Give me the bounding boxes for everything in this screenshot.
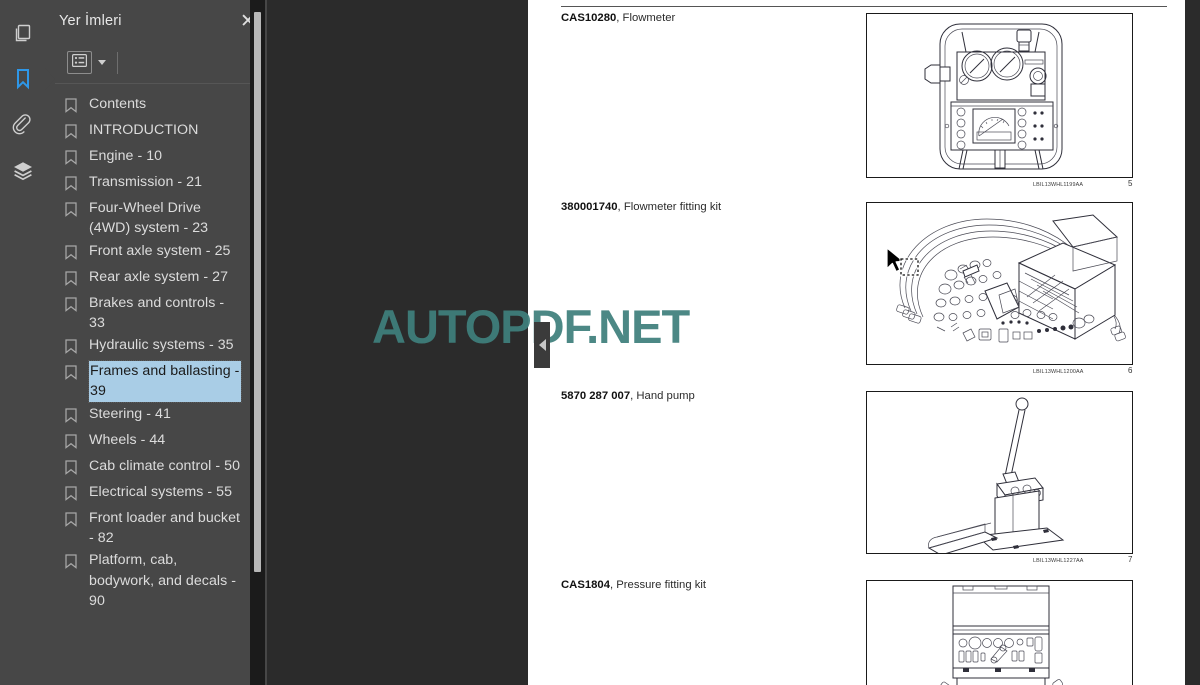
bookmark-item[interactable]: INTRODUCTION — [45, 119, 267, 145]
layers-icon-button[interactable] — [0, 148, 45, 194]
figure-number: 6 — [1128, 366, 1133, 375]
bookmark-icon — [65, 361, 81, 385]
layers-icon — [11, 159, 35, 183]
bookmarks-toolbar — [55, 42, 261, 84]
section-code: CAS10280 — [561, 12, 617, 24]
collapse-sidebar-handle[interactable] — [534, 322, 550, 368]
bookmark-item-label: Wheels - 44 — [89, 431, 166, 448]
attachments-icon — [11, 113, 35, 137]
figure-caption: LBIL13WHL1227AA — [1033, 558, 1084, 564]
chevron-left-icon — [538, 339, 546, 351]
bookmark-icon — [65, 293, 81, 317]
page-thumbnails-icon — [12, 22, 34, 44]
figure-image — [866, 202, 1133, 365]
figure-caption: LBIL13WHL1199AA — [1033, 182, 1084, 188]
bookmark-item-label: Four-Wheel Drive (4WD) system - 23 — [89, 200, 209, 237]
pdf-viewer-window: Yer İmleri ✕ Contents INTRODUCTION Engine — [0, 0, 1200, 685]
bookmark-item-label: INTRODUCTION — [89, 122, 199, 138]
bookmarks-icon-button[interactable] — [0, 56, 55, 102]
bookmark-item[interactable]: Front axle system - 25 — [45, 240, 267, 266]
bookmarks-panel-title: Yer İmleri — [59, 13, 122, 29]
figure-image — [866, 580, 1133, 685]
bookmark-icon — [65, 430, 81, 454]
page-thumbnails-icon-button[interactable] — [0, 10, 45, 56]
bookmark-item[interactable]: Engine - 10 — [45, 145, 267, 171]
figure-image — [866, 13, 1133, 178]
bookmark-item-label: Platform, cab, bodywork, and decals - 90 — [89, 552, 236, 609]
section-title: , Pressure fitting kit — [609, 579, 707, 591]
bookmarks-panel: Yer İmleri ✕ Contents INTRODUCTION Engine — [45, 0, 267, 685]
bookmark-item-label: Cab climate control - 50 — [89, 457, 241, 474]
bookmark-item[interactable]: Frames and ballasting - 39 — [45, 360, 267, 403]
bookmark-icon — [65, 172, 81, 196]
bookmark-icon — [65, 482, 81, 506]
bookmarks-icon — [12, 67, 34, 91]
section-title: , Hand pump — [630, 390, 695, 402]
bookmark-icon — [65, 198, 81, 222]
bookmark-item-label: Steering - 41 — [89, 405, 171, 422]
bookmark-item-label: Transmission - 21 — [89, 174, 203, 190]
bookmark-icon — [65, 456, 81, 480]
section-heading: CAS1804, Pressure fitting kit — [561, 579, 706, 591]
bookmark-item[interactable]: Hydraulic systems - 35 — [45, 334, 267, 360]
section-title: , Flowmeter fitting kit — [617, 201, 722, 213]
bookmark-item[interactable]: Steering - 41 — [45, 403, 267, 429]
bookmark-item-label: Rear axle system - 27 — [89, 268, 229, 285]
bookmark-icon — [65, 120, 81, 144]
chevron-down-icon[interactable] — [98, 60, 106, 65]
bookmark-item-label: Hydraulic systems - 35 — [89, 337, 234, 354]
figure-caption: LBIL13WHL1200AA — [1033, 369, 1084, 375]
bookmark-icon — [65, 146, 81, 170]
bookmark-item-label: Electrical systems - 55 — [89, 483, 233, 500]
bookmark-item[interactable]: Cab climate control - 50 — [45, 455, 267, 481]
figure-number: 5 — [1128, 179, 1133, 188]
bookmark-item-label: Contents — [89, 96, 147, 112]
section-heading: CAS10280, Flowmeter — [561, 12, 675, 24]
bookmarks-scrollbar-thumb[interactable] — [254, 12, 261, 572]
list-options-icon — [72, 53, 88, 72]
bookmark-item-label: Front loader and bucket - 82 — [89, 509, 240, 547]
active-tab-notch — [45, 68, 55, 90]
bookmark-item[interactable]: Four-Wheel Drive (4WD) system - 23 — [45, 197, 267, 240]
bookmark-icon — [65, 335, 81, 359]
bookmark-item[interactable]: Transmission - 21 — [45, 171, 267, 197]
section-code: 5870 287 007 — [561, 390, 631, 402]
bookmark-item[interactable]: Front loader and bucket - 82 — [45, 507, 267, 550]
bookmark-item-label: Front axle system - 25 — [89, 242, 231, 259]
bookmark-item[interactable]: Platform, cab, bodywork, and decals - 90 — [45, 549, 267, 612]
figure-number: 7 — [1128, 555, 1133, 564]
section-code: CAS1804 — [561, 579, 610, 591]
bookmark-icon — [65, 241, 81, 265]
bookmark-item[interactable]: Contents — [45, 93, 267, 119]
bookmark-icon — [65, 267, 81, 291]
bookmark-item[interactable]: Wheels - 44 — [45, 429, 267, 455]
bookmark-icon — [65, 508, 81, 532]
bookmark-item-label: Brakes and controls - 33 — [89, 294, 225, 331]
bookmark-item-label: Engine - 10 — [89, 148, 163, 164]
bookmark-icon — [65, 94, 81, 118]
bookmark-icon — [65, 404, 81, 428]
page-top-rule — [561, 6, 1167, 7]
pdf-page: CAS10280, Flowmeter LBIL13WHL1199AA 5 38… — [528, 0, 1185, 685]
section-heading: 380001740, Flowmeter fitting kit — [561, 201, 721, 213]
bookmark-item[interactable]: Rear axle system - 27 — [45, 266, 267, 292]
bookmarks-list[interactable]: Contents INTRODUCTION Engine - 10 Transmiss… — [45, 84, 267, 685]
bookmark-item-label: Frames and ballasting - 39 — [88, 360, 242, 403]
figure-image — [866, 391, 1133, 554]
bookmark-item[interactable]: Electrical systems - 55 — [45, 481, 267, 507]
bookmarks-scrollbar[interactable] — [250, 0, 265, 685]
section-title: , Flowmeter — [616, 12, 676, 24]
bookmarks-panel-header: Yer İmleri ✕ — [45, 0, 267, 42]
document-viewer: CAS10280, Flowmeter LBIL13WHL1199AA 5 38… — [267, 0, 1200, 685]
attachments-icon-button[interactable] — [0, 102, 45, 148]
bookmark-options-button[interactable] — [67, 51, 92, 74]
toolbar-separator — [117, 51, 118, 74]
navigation-pane-rail — [0, 0, 55, 685]
section-heading: 5870 287 007, Hand pump — [561, 390, 695, 402]
bookmark-icon — [65, 550, 81, 574]
section-code: 380001740 — [561, 201, 618, 213]
bookmark-item[interactable]: Brakes and controls - 33 — [45, 292, 267, 335]
